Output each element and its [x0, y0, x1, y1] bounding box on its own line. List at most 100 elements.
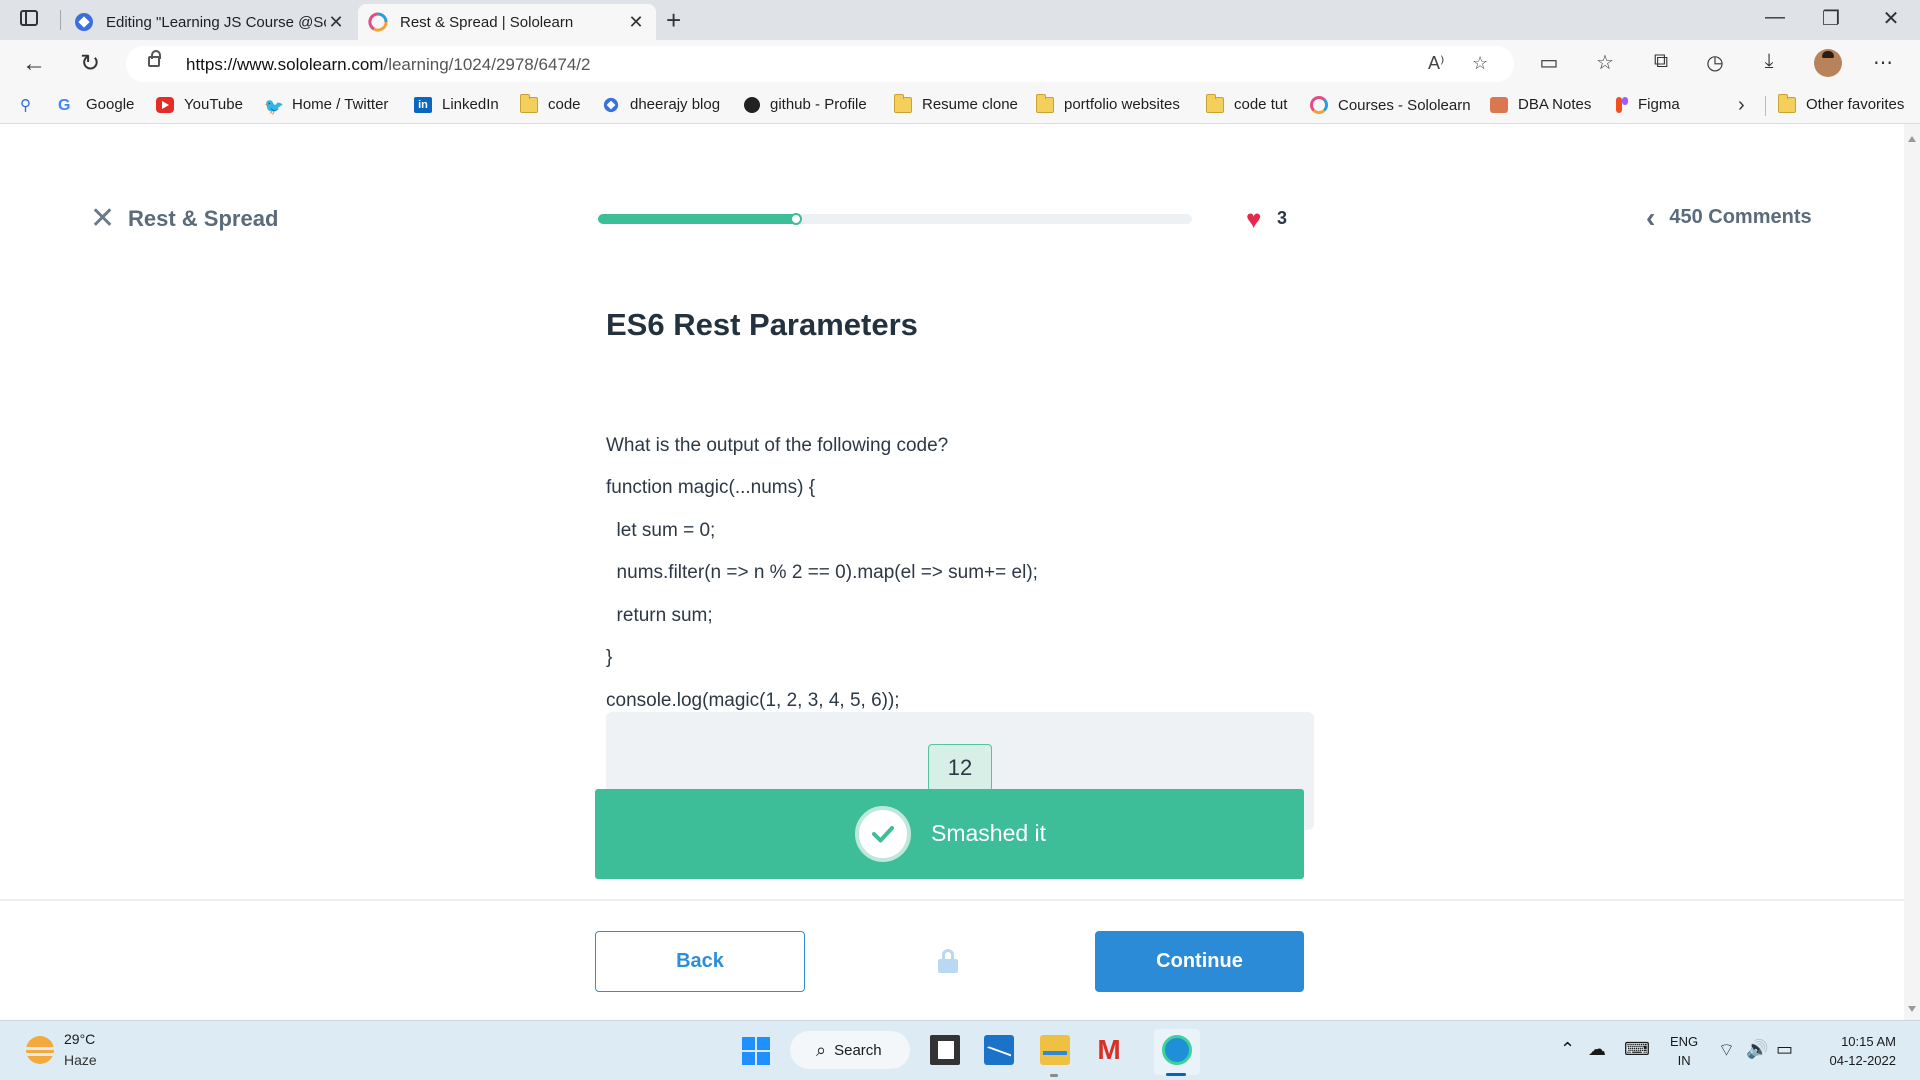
- restore-icon[interactable]: ❐: [1808, 6, 1854, 31]
- progress-knob: [789, 213, 802, 225]
- sololearn-icon: [1310, 96, 1328, 114]
- history-icon[interactable]: ◷: [1700, 50, 1730, 75]
- windows-start-icon[interactable]: [742, 1037, 770, 1065]
- volume-icon[interactable]: 🔊: [1746, 1039, 1768, 1060]
- close-icon[interactable]: ✕: [90, 204, 115, 234]
- gmail-icon[interactable]: M: [1094, 1035, 1124, 1065]
- weather-condition[interactable]: Haze: [64, 1052, 97, 1068]
- bookmark-youtube[interactable]: YouTube: [156, 96, 243, 113]
- lives-count: 3: [1277, 208, 1288, 228]
- scroll-up-icon[interactable]: [1908, 136, 1916, 142]
- chevron-up-icon[interactable]: ⌃: [1560, 1039, 1575, 1060]
- edge-browser-icon[interactable]: [1162, 1035, 1192, 1065]
- folder-icon: [1036, 93, 1054, 113]
- profile-avatar[interactable]: [1814, 49, 1842, 77]
- close-tab-icon[interactable]: ✕: [326, 12, 346, 33]
- sololearn-icon: [368, 12, 388, 32]
- scroll-down-icon[interactable]: [1908, 1006, 1916, 1012]
- bookmark-code-tut[interactable]: code tut: [1206, 93, 1287, 113]
- wifi-icon[interactable]: ⌔: [1718, 1039, 1735, 1062]
- close-tab-icon[interactable]: ✕: [626, 12, 646, 33]
- back-button[interactable]: Back: [595, 931, 805, 992]
- new-tab-icon[interactable]: +: [666, 4, 681, 36]
- bookmark-twitter[interactable]: 🐦 Home / Twitter: [264, 96, 388, 116]
- weather-haze-icon[interactable]: [24, 1036, 56, 1064]
- favorites-icon[interactable]: ☆: [1590, 50, 1620, 75]
- taskbar-search-label: Search: [834, 1041, 882, 1059]
- bookmark-figma[interactable]: Figma: [1616, 96, 1680, 113]
- chevron-right-icon[interactable]: ›: [1738, 94, 1745, 117]
- language-indicator[interactable]: ENG IN: [1670, 1032, 1698, 1070]
- comments-count: 450 Comments: [1669, 206, 1812, 228]
- tab-rest-spread[interactable]: Rest & Spread | Sololearn ✕: [358, 4, 656, 40]
- active-indicator: [1166, 1073, 1186, 1076]
- lesson-title: Rest & Spread: [128, 206, 279, 231]
- question-text: What is the output of the following code…: [606, 382, 1038, 722]
- battery-icon[interactable]: ▭: [1776, 1039, 1793, 1060]
- address-toolbar: ← ↻ https://www.sololearn.com/learning/1…: [0, 40, 1920, 88]
- address-bar[interactable]: https://www.sololearn.com/learning/1024/…: [126, 46, 1514, 82]
- read-aloud-icon[interactable]: A⁾: [1428, 53, 1444, 74]
- search-icon[interactable]: ⚲: [20, 96, 31, 114]
- bookmark-linkedin[interactable]: in LinkedIn: [414, 96, 499, 113]
- progress-bar: [598, 213, 1192, 225]
- minimize-icon[interactable]: —: [1752, 6, 1798, 29]
- add-favorite-icon[interactable]: ☆: [1472, 53, 1488, 74]
- back-arrow-icon[interactable]: ←: [18, 50, 50, 78]
- taskbar-search[interactable]: ⌕ Search: [790, 1031, 910, 1069]
- page-scrollbar[interactable]: [1904, 124, 1920, 1020]
- keyboard-icon[interactable]: ⌨: [1624, 1039, 1650, 1060]
- youtube-icon: [156, 96, 174, 113]
- question-prompt: What is the output of the following code…: [606, 434, 949, 456]
- language-code: ENG: [1670, 1034, 1699, 1049]
- tab-editing-course[interactable]: Editing "Learning JS Course @Sc ✕: [64, 4, 356, 40]
- collections-icon[interactable]: ⧉: [1646, 50, 1676, 73]
- clock-date: 04-12-2022: [1829, 1053, 1897, 1068]
- windows-taskbar: 29°C Haze ⌕ Search M ⌃ ☁ ⌨ ENG IN ⌔ 🔊 ▭ …: [0, 1020, 1920, 1080]
- code-line: }: [606, 647, 613, 668]
- code-line: nums.filter(n => n % 2 == 0).map(el => s…: [606, 562, 1038, 583]
- close-window-icon[interactable]: ✕: [1868, 6, 1914, 31]
- bookmark-other-favorites[interactable]: Other favorites: [1778, 93, 1904, 113]
- bookmarks-bar: ⚲ G Google YouTube 🐦 Home / Twitter in Link…: [0, 88, 1920, 124]
- blue-diamond-icon: [603, 97, 619, 112]
- comments-link[interactable]: ‹ 450 Comments: [1646, 203, 1812, 231]
- file-explorer-icon[interactable]: [1040, 1035, 1070, 1065]
- linkedin-icon: in: [414, 96, 432, 113]
- bookmark-portfolio-websites[interactable]: portfolio websites: [1036, 93, 1180, 113]
- more-menu-icon[interactable]: ⋯: [1868, 50, 1898, 75]
- lock-icon[interactable]: [148, 50, 161, 67]
- onedrive-cloud-icon[interactable]: ☁: [1588, 1039, 1606, 1060]
- blue-diamond-icon: [75, 13, 93, 31]
- tab-title: Editing "Learning JS Course @Sc: [106, 13, 326, 31]
- mail-icon[interactable]: [984, 1035, 1014, 1065]
- bookmark-github[interactable]: github - Profile: [744, 96, 867, 113]
- system-clock[interactable]: 10:15 AM 04-12-2022: [1810, 1032, 1897, 1070]
- browser-tab-strip: Editing "Learning JS Course @Sc ✕ Rest &…: [0, 0, 1920, 40]
- task-view-icon[interactable]: [930, 1035, 960, 1065]
- url-text[interactable]: https://www.sololearn.com/learning/1024/…: [186, 55, 590, 75]
- clock-time: 10:15 AM: [1841, 1034, 1896, 1049]
- folder-icon: [520, 93, 538, 113]
- bookmark-code[interactable]: code: [520, 93, 581, 113]
- result-message: Smashed it: [931, 820, 1047, 846]
- notes-icon: [1490, 96, 1508, 113]
- unlock-icon[interactable]: [938, 949, 958, 973]
- bookmark-resume-clone[interactable]: Resume clone: [894, 93, 1018, 113]
- weather-temperature[interactable]: 29°C: [64, 1031, 95, 1047]
- refresh-icon[interactable]: ↻: [74, 50, 106, 78]
- bookmark-dheerajy-blog[interactable]: dheerajy blog: [602, 96, 720, 113]
- bookmark-dba-notes[interactable]: DBA Notes: [1490, 96, 1591, 113]
- bookmark-courses-sololearn[interactable]: Courses - Sololearn: [1310, 96, 1471, 114]
- footer-divider: [0, 899, 1904, 901]
- downloads-icon[interactable]: ⤓: [1754, 50, 1784, 73]
- continue-button[interactable]: Continue: [1095, 931, 1304, 992]
- result-banner: Smashed it: [595, 789, 1304, 879]
- tab-actions-icon[interactable]: [20, 10, 38, 26]
- answer-input[interactable]: 12: [928, 744, 992, 792]
- bookmark-google[interactable]: G Google: [58, 96, 134, 114]
- cast-icon[interactable]: ▭: [1534, 50, 1564, 75]
- tab-separator: [60, 10, 61, 30]
- code-line: function magic(...nums) {: [606, 477, 816, 498]
- running-indicator: [1050, 1074, 1058, 1077]
